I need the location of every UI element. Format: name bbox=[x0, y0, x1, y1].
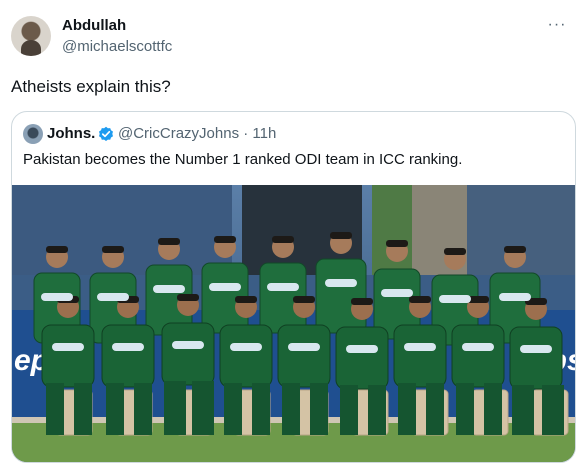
author-avatar[interactable] bbox=[11, 16, 51, 56]
verified-badge-icon bbox=[99, 126, 113, 141]
quoted-tweet-card[interactable]: Johns. @CricCrazyJohns · 11h Pakistan be… bbox=[11, 111, 576, 463]
tweet-text: Atheists explain this? bbox=[11, 77, 171, 96]
team-photo[interactable]: epsi epsi bbox=[12, 185, 575, 462]
quoted-handle-time: @CricCrazyJohns · 11h bbox=[118, 125, 277, 142]
quoted-author-avatar bbox=[23, 124, 43, 144]
author-display-name[interactable]: Abdullah bbox=[62, 16, 126, 36]
more-options-icon[interactable]: ··· bbox=[545, 14, 569, 38]
team-photo-graphic: epsi epsi bbox=[12, 185, 575, 462]
quoted-tweet-text: Pakistan becomes the Number 1 ranked ODI… bbox=[23, 151, 463, 168]
quoted-author-name: Johns. bbox=[47, 125, 96, 142]
author-handle[interactable]: @michaelscottfc bbox=[62, 37, 172, 57]
